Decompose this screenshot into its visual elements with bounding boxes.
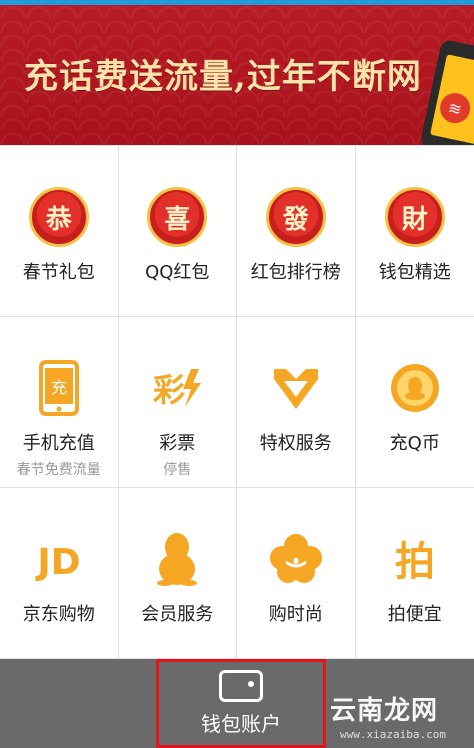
grid-item-label: 春节礼包	[22, 262, 95, 283]
svg-text:拍: 拍	[395, 539, 435, 585]
cai-seal-icon: 財	[384, 187, 445, 247]
wallet-account-tab[interactable]: 钱包账户	[156, 659, 326, 748]
grid-item-label: QQ红包	[145, 262, 210, 283]
grid-item-label: 购时尚	[268, 604, 323, 625]
fa-seal-icon: 發	[265, 187, 326, 247]
qq-coin-icon	[390, 364, 439, 412]
grid-item-wallet-picks[interactable]: 財 钱包精选	[355, 146, 474, 317]
grid-item-qq-redpacket[interactable]: 喜 QQ红包	[118, 146, 237, 317]
grid-item-label: 红包排行榜	[250, 262, 341, 283]
svg-text:JD: JD	[34, 542, 80, 583]
grid-item-label: 充Q币	[389, 433, 440, 454]
svg-text:充: 充	[51, 378, 67, 397]
promo-banner[interactable]: 充话费送流量,过年不断网 ≋	[0, 5, 474, 145]
xi-seal-icon: 喜	[147, 187, 208, 247]
grid-item-q-coin[interactable]: 充Q币	[355, 317, 474, 488]
watermark-url: www.xiazaiba.com	[340, 728, 446, 741]
grid-item-fashion[interactable]: 购时尚	[237, 488, 356, 659]
grid-item-label: 钱包精选	[378, 262, 451, 283]
grid-item-redpacket-ranking[interactable]: 發 红包排行榜	[237, 146, 356, 317]
grid-item-label: 京东购物	[22, 604, 95, 625]
jd-icon: JD	[34, 542, 80, 583]
grid-item-sublabel: 春节免费流量	[16, 462, 101, 478]
grid-item-phone-recharge[interactable]: 充 手机充值 春节免费流量	[0, 317, 119, 488]
wifi-icon: ≋	[437, 90, 473, 126]
svg-text:彩: 彩	[153, 371, 185, 409]
diamond-crown-icon	[273, 369, 318, 409]
fashion-flower-icon	[269, 534, 322, 583]
grid-item-label: 手机充值	[22, 433, 95, 454]
qq-penguin-icon	[157, 533, 198, 586]
grid-item-privilege[interactable]: 特权服务	[237, 317, 356, 488]
grid-item-spring-gift[interactable]: 恭 春节礼包	[0, 146, 119, 317]
grid-item-pai-bargain[interactable]: 拍 拍便宜	[355, 488, 474, 659]
grid-item-label: 彩票	[159, 433, 196, 454]
wallet-icon	[219, 670, 263, 702]
grid-item-membership[interactable]: 会员服务	[118, 488, 237, 659]
service-grid: 恭 春节礼包 喜 QQ红包 發 红包排行榜 財 钱包精选 充 手机充值 春节免费…	[0, 145, 474, 659]
pai-icon: 拍	[395, 539, 435, 585]
gong-seal-icon: 恭	[28, 187, 89, 247]
grid-item-jd-shopping[interactable]: JD 京东购物	[0, 488, 119, 659]
lottery-icon: 彩	[153, 369, 202, 409]
wallet-account-label: 钱包账户	[201, 712, 281, 736]
grid-item-sublabel: 停售	[163, 462, 192, 478]
grid-item-lottery[interactable]: 彩 彩票 停售	[118, 317, 237, 488]
grid-item-label: 拍便宜	[387, 604, 442, 625]
grid-item-label: 特权服务	[259, 433, 332, 454]
watermark-text: 云南龙网	[330, 696, 439, 726]
phone-recharge-icon: 充	[38, 360, 79, 416]
banner-title: 充话费送流量,过年不断网	[24, 57, 422, 97]
grid-item-label: 会员服务	[141, 604, 214, 625]
